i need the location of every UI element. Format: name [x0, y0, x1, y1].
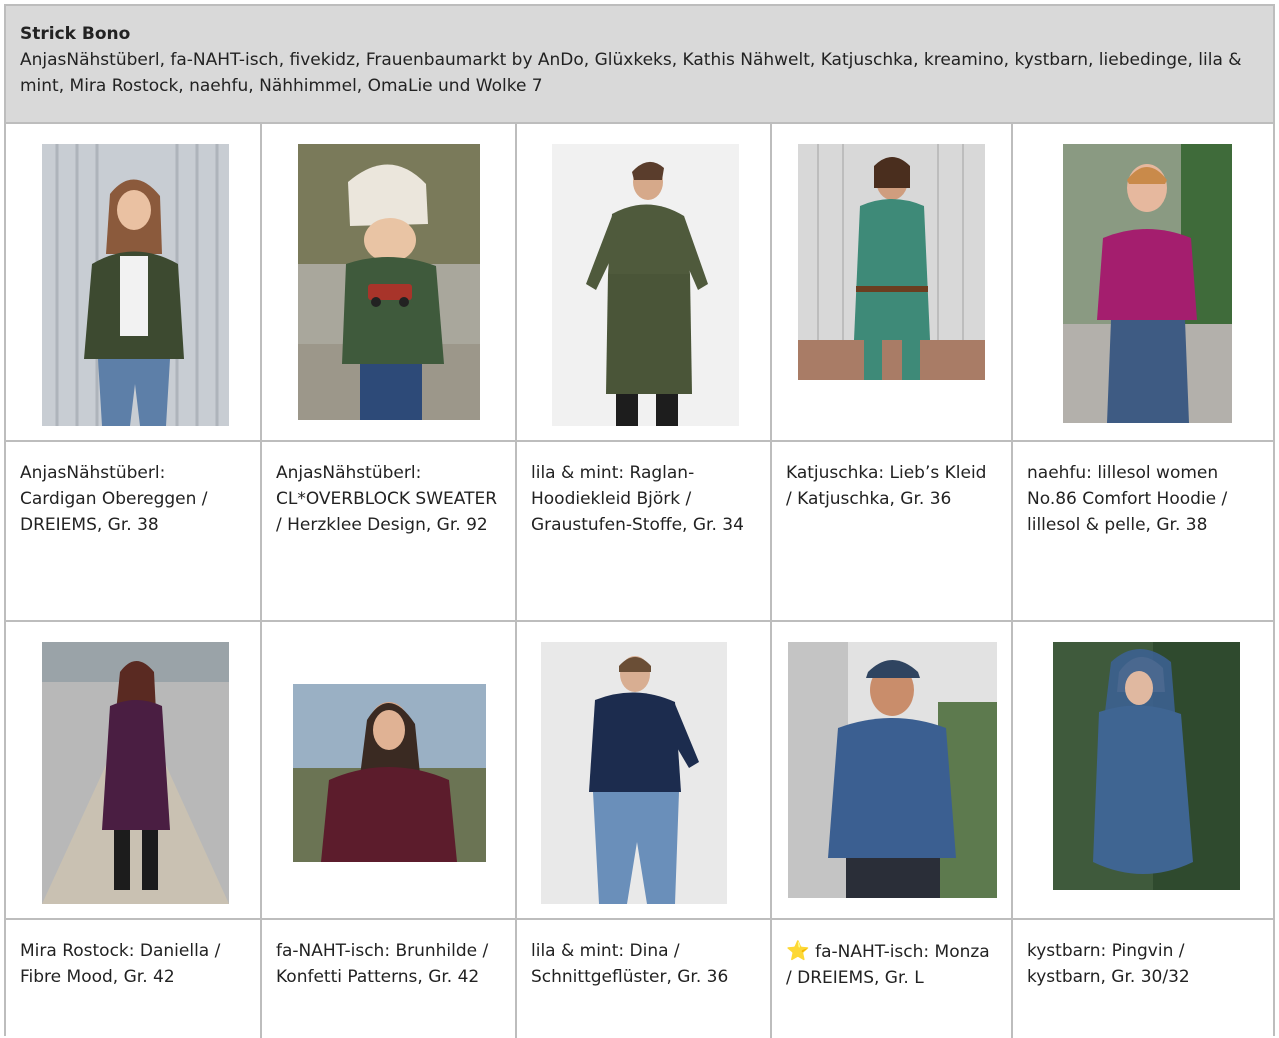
image-cell [6, 124, 262, 442]
image-cell [517, 622, 772, 920]
caption-text: Mira Rostock: Daniella / Fibre Mood, Gr.… [20, 941, 221, 987]
star-icon: ⭐ [786, 940, 810, 962]
photo-dina [541, 642, 727, 904]
caption-text: AnjasNähstüberl: Cardigan Obereggen / DR… [20, 463, 208, 535]
image-cell [6, 622, 262, 920]
photo-raglan-hoodiekleid [552, 144, 739, 426]
caption-cell: lila & mint: Raglan-Hoodiekleid Björk / … [517, 442, 772, 622]
caption-text: Katjuschka: Lieb’s Kleid / Katjuschka, G… [786, 463, 987, 509]
photo-cardigan-obereggen [42, 144, 229, 426]
photo-daniella [42, 642, 229, 904]
caption-cell: lila & mint: Dina / Schnittgeflüster, Gr… [517, 920, 772, 1038]
caption-row-1: AnjasNähstüberl: Cardigan Obereggen / DR… [6, 442, 1273, 622]
participants-list: AnjasNähstüberl, fa-NAHT-isch, fivekidz,… [20, 50, 1242, 96]
caption-text: kystbarn: Pingvin / kystbarn, Gr. 30/32 [1027, 941, 1190, 987]
caption-row-2: Mira Rostock: Daniella / Fibre Mood, Gr.… [6, 920, 1273, 1038]
image-cell [1013, 124, 1273, 442]
image-row-2 [6, 622, 1273, 920]
photo-monza [788, 642, 997, 898]
caption-text: lila & mint: Raglan-Hoodiekleid Björk / … [531, 463, 744, 535]
image-cell [1013, 622, 1273, 920]
photo-liebs-kleid [798, 144, 985, 380]
table-header: Strick Bono AnjasNähstüberl, fa-NAHT-isc… [6, 6, 1273, 124]
caption-cell: Mira Rostock: Daniella / Fibre Mood, Gr.… [6, 920, 262, 1038]
caption-text: fa-NAHT-isch: Brunhilde / Konfetti Patte… [276, 941, 489, 987]
photo-pingvin [1053, 642, 1240, 890]
caption-text: AnjasNähstüberl: CL*OVERBLOCK SWEATER / … [276, 463, 498, 535]
caption-cell: ⭐ fa-NAHT-isch: Monza / DREIEMS, Gr. L [772, 920, 1013, 1038]
caption-cell: AnjasNähstüberl: Cardigan Obereggen / DR… [6, 442, 262, 622]
photo-overblock-sweater [298, 144, 480, 420]
caption-label: fa-NAHT-isch: Monza / DREIEMS, Gr. L [786, 942, 990, 988]
image-row-1 [6, 124, 1273, 442]
caption-cell: naehfu: lillesol women No.86 Comfort Hoo… [1013, 442, 1273, 622]
image-cell [517, 124, 772, 442]
image-cell [262, 622, 517, 920]
caption-cell: Katjuschka: Lieb’s Kleid / Katjuschka, G… [772, 442, 1013, 622]
caption-cell: AnjasNähstüberl: CL*OVERBLOCK SWEATER / … [262, 442, 517, 622]
image-cell [772, 124, 1013, 442]
caption-cell: fa-NAHT-isch: Brunhilde / Konfetti Patte… [262, 920, 517, 1038]
sewing-pattern-table: Strick Bono AnjasNähstüberl, fa-NAHT-isc… [4, 4, 1275, 1038]
image-cell [262, 124, 517, 442]
caption-cell: kystbarn: Pingvin / kystbarn, Gr. 30/32 [1013, 920, 1273, 1038]
table-title: Strick Bono [20, 24, 131, 44]
caption-text: lila & mint: Dina / Schnittgeflüster, Gr… [531, 941, 729, 987]
photo-brunhilde [293, 684, 486, 862]
caption-text: ⭐ fa-NAHT-isch: Monza / DREIEMS, Gr. L [772, 920, 1011, 991]
photo-comfort-hoodie [1063, 144, 1232, 423]
image-cell [772, 622, 1013, 920]
caption-text: naehfu: lillesol women No.86 Comfort Hoo… [1027, 463, 1228, 535]
